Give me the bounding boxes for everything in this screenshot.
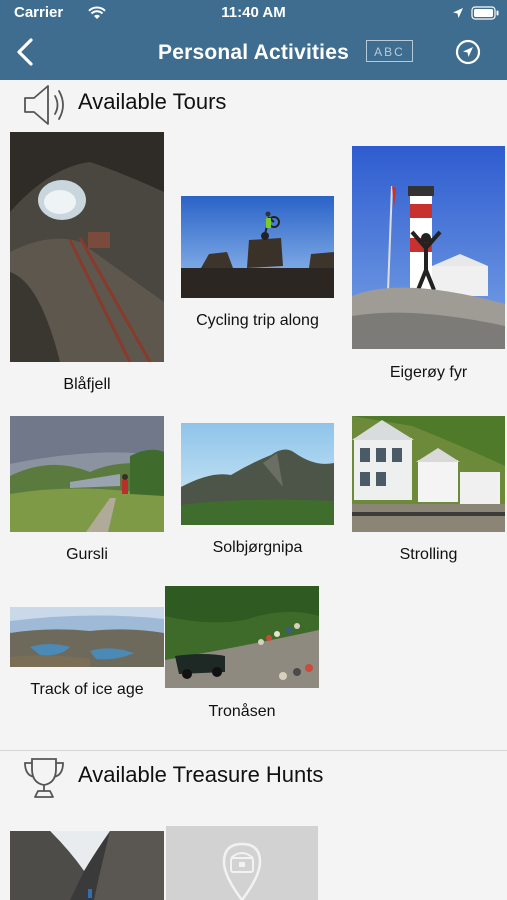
tour-label: Tronåsen	[208, 703, 276, 720]
navigation-bar: Personal Activities ABC	[0, 26, 507, 80]
trophy-icon	[24, 758, 64, 798]
section-title: Available Tours	[78, 89, 227, 114]
tours-section-header: Available Tours	[0, 80, 507, 128]
location-status-icon	[453, 8, 463, 18]
tour-tile[interactable]: Eigerøy fyr	[352, 146, 505, 386]
treasure-hunt-tile[interactable]	[10, 831, 164, 900]
tour-image	[352, 146, 505, 349]
tour-image	[181, 196, 334, 298]
section-divider	[0, 750, 507, 751]
tour-image	[10, 416, 164, 532]
text-mode-button[interactable]: ABC	[366, 40, 413, 62]
clock: 11:40 AM	[221, 4, 286, 21]
location-arrow-icon[interactable]	[455, 39, 481, 65]
page-title: Personal Activities	[158, 41, 349, 64]
status-bar: Carrier 11:40 AM	[0, 0, 507, 26]
tour-label: Strolling	[399, 546, 458, 563]
tour-tile[interactable]: Cycling trip along	[181, 196, 334, 336]
tour-label: Gursli	[66, 546, 108, 563]
tour-label: Track of ice age	[30, 681, 144, 698]
section-title: Available Treasure Hunts	[78, 762, 324, 787]
treasure-chest-pin-icon	[222, 842, 262, 900]
treasure-hunt-image	[10, 831, 164, 900]
tour-tile[interactable]: Gursli	[10, 416, 164, 566]
tour-image	[352, 416, 505, 532]
tour-image	[10, 607, 164, 667]
treasure-hunt-tile[interactable]	[166, 826, 318, 900]
tour-image	[165, 586, 319, 688]
tour-label: Solbjørgnipa	[212, 539, 303, 556]
treasure-section-header: Available Treasure Hunts	[0, 753, 507, 801]
tour-label: Eigerøy fyr	[389, 364, 468, 381]
tour-image	[181, 423, 334, 525]
tour-tile[interactable]: Solbjørgnipa	[181, 423, 334, 563]
tour-tile[interactable]: Strolling	[352, 416, 505, 566]
treasure-hunt-image	[166, 826, 318, 900]
tour-label: Cycling trip along	[196, 312, 319, 329]
tour-tile[interactable]: Tronåsen	[165, 586, 319, 722]
battery-icon	[471, 6, 499, 20]
speaker-icon	[24, 85, 64, 125]
tour-label: Blåfjell	[63, 376, 111, 393]
tour-tile[interactable]: Track of ice age	[10, 607, 164, 707]
tour-image	[10, 132, 164, 362]
tour-tile[interactable]: Blåfjell	[10, 132, 164, 400]
